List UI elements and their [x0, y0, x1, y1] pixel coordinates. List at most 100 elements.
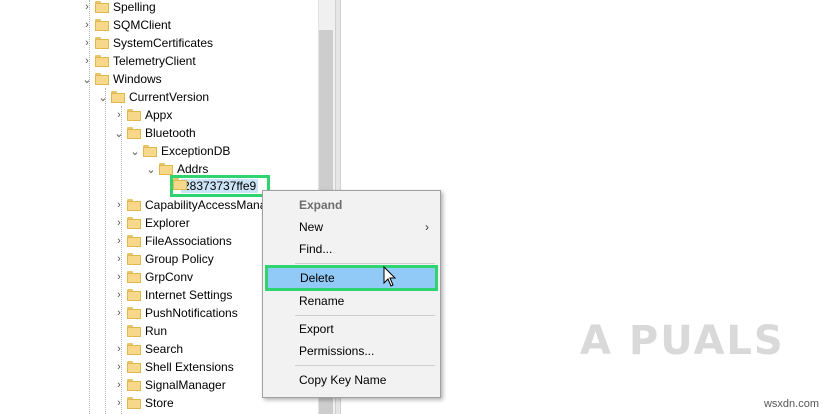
tree-node-telemetryclient[interactable]: › TelemetryClient: [81, 52, 196, 70]
tree-node-signalmanager[interactable]: › SignalManager: [113, 376, 226, 394]
tree-node-label: Run: [145, 324, 168, 338]
tree-node-label: FileAssociations: [145, 234, 232, 248]
menu-item-label: Expand: [299, 198, 343, 212]
folder-icon: [127, 199, 141, 211]
context-menu: Expand New › Find... Delete Rename Expor…: [262, 190, 441, 398]
chevron-right-icon[interactable]: ›: [81, 0, 93, 16]
chevron-right-icon[interactable]: ›: [113, 196, 125, 214]
folder-icon: [127, 361, 141, 373]
tree-node-label: Search: [145, 342, 184, 356]
watermark-site: wsxdn.com: [763, 398, 819, 410]
tree-node-label: Group Policy: [145, 252, 214, 266]
tree-node-label: Shell Extensions: [145, 360, 234, 374]
chevron-right-icon[interactable]: ›: [81, 34, 93, 52]
chevron-right-icon[interactable]: ›: [113, 106, 125, 124]
chevron-down-icon[interactable]: ⌄: [97, 88, 109, 106]
menu-separator: [295, 263, 435, 264]
menu-item-delete[interactable]: Delete: [265, 265, 438, 291]
menu-item-label: Permissions...: [299, 344, 375, 358]
folder-icon: [143, 145, 157, 157]
menu-item-permissions[interactable]: Permissions...: [264, 340, 439, 362]
menu-item-label: Export: [299, 322, 334, 336]
menu-item-copy-key-name[interactable]: Copy Key Name: [264, 369, 439, 391]
tree-node-label: PushNotifications: [145, 306, 238, 320]
menu-item-export[interactable]: Export: [264, 318, 439, 340]
tree-node-internet-settings[interactable]: › Internet Settings: [113, 286, 232, 304]
folder-icon: [127, 109, 141, 121]
tree-node-shell-extensions[interactable]: › Shell Extensions: [113, 358, 234, 376]
tree-node-label: Appx: [145, 108, 173, 122]
tree-node-pushnotifications[interactable]: › PushNotifications: [113, 304, 238, 322]
watermark-logo: A PUALS: [580, 318, 785, 364]
chevron-right-icon[interactable]: ›: [113, 340, 125, 358]
tree-node-label: Explorer: [145, 216, 190, 230]
folder-icon: [159, 163, 173, 175]
mouse-pointer-icon: [383, 266, 397, 287]
tree-node-label: Bluetooth: [145, 126, 196, 140]
tree-node-run[interactable]: Run: [113, 322, 167, 340]
folder-icon: [127, 253, 141, 265]
folder-icon: [127, 397, 141, 409]
folder-icon: [127, 127, 141, 139]
folder-icon: [111, 91, 125, 103]
menu-item-rename[interactable]: Rename: [264, 290, 439, 312]
tree-node-store[interactable]: › Store: [113, 394, 174, 412]
chevron-right-icon[interactable]: ›: [113, 376, 125, 394]
menu-item-label: Rename: [299, 294, 345, 308]
chevron-down-icon[interactable]: ⌄: [145, 160, 157, 178]
menu-item-find[interactable]: Find...: [264, 238, 439, 260]
chevron-right-icon[interactable]: ›: [113, 304, 125, 322]
menu-item-label: Delete: [300, 271, 335, 285]
tree-node-spelling[interactable]: › Spelling: [81, 0, 156, 16]
tree-node-windows[interactable]: ⌄ Windows: [81, 70, 162, 88]
chevron-right-icon[interactable]: ›: [113, 286, 125, 304]
tree-node-bluetooth[interactable]: ⌄ Bluetooth: [113, 124, 196, 142]
menu-item-new[interactable]: New ›: [264, 216, 439, 238]
tree-node-label: ExceptionDB: [161, 144, 231, 158]
chevron-down-icon[interactable]: ⌄: [129, 142, 141, 160]
tree-node-capabilityaccessmanager[interactable]: › CapabilityAccessMana: [113, 196, 266, 214]
tree-node-label: Addrs: [177, 162, 209, 176]
chevron-down-icon[interactable]: ⌄: [113, 124, 125, 142]
tree-node-search[interactable]: › Search: [113, 340, 183, 358]
tree-node-label: Internet Settings: [145, 288, 233, 302]
tree-node-label: SignalManager: [145, 378, 226, 392]
tree-node-label: 28373737ffe9: [181, 179, 259, 193]
folder-icon: [95, 19, 109, 31]
menu-item-label: New: [299, 220, 324, 234]
folder-icon: [127, 235, 141, 247]
folder-icon: [127, 217, 141, 229]
tree-node-selected-key[interactable]: 28373737ffe9: [170, 175, 270, 197]
chevron-right-icon[interactable]: ›: [81, 16, 93, 34]
tree-node-grpconv[interactable]: › GrpConv: [113, 268, 193, 286]
chevron-right-icon[interactable]: ›: [113, 358, 125, 376]
tree-node-label: SystemCertificates: [113, 36, 214, 50]
chevron-right-icon[interactable]: ›: [113, 394, 125, 412]
chevron-right-icon[interactable]: ›: [81, 52, 93, 70]
folder-icon: [95, 55, 109, 67]
chevron-right-icon[interactable]: ›: [113, 214, 125, 232]
chevron-right-icon[interactable]: ›: [113, 232, 125, 250]
chevron-down-icon[interactable]: ⌄: [81, 70, 93, 88]
menu-item-label: Find...: [299, 242, 333, 256]
tree-guide: [105, 88, 106, 414]
tree-node-label: Windows: [113, 72, 162, 86]
tree-node-systemcertificates[interactable]: › SystemCertificates: [81, 34, 213, 52]
folder-icon: [95, 73, 109, 85]
chevron-right-icon[interactable]: ›: [113, 268, 125, 286]
tree-node-label: CapabilityAccessMana: [145, 198, 267, 212]
tree-node-fileassociations[interactable]: › FileAssociations: [113, 232, 232, 250]
tree-node-exceptiondb[interactable]: ⌄ ExceptionDB: [129, 142, 230, 160]
tree-node-label: CurrentVersion: [129, 90, 210, 104]
chevron-right-icon[interactable]: ›: [113, 250, 125, 268]
folder-icon: [127, 325, 141, 337]
tree-node-sqmclient[interactable]: › SQMClient: [81, 16, 171, 34]
folder-icon: [127, 379, 141, 391]
tree-node-explorer[interactable]: › Explorer: [113, 214, 190, 232]
tree-node-group-policy[interactable]: › Group Policy: [113, 250, 214, 268]
tree-node-label: GrpConv: [145, 270, 194, 284]
tree-node-label: TelemetryClient: [113, 54, 196, 68]
tree-node-currentversion[interactable]: ⌄ CurrentVersion: [97, 88, 209, 106]
tree-node-appx[interactable]: › Appx: [113, 106, 172, 124]
